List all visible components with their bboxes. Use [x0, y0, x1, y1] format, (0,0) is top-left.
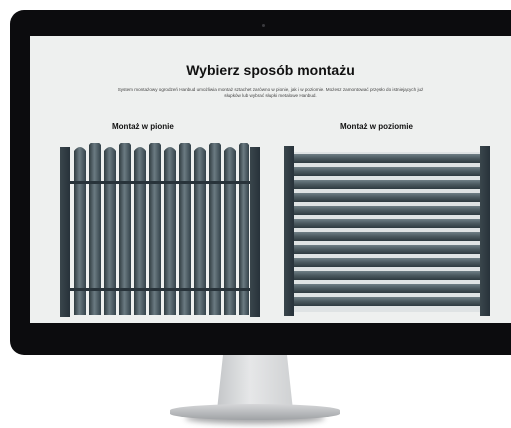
- option-vertical-label[interactable]: Montaż w pionie: [112, 122, 174, 131]
- vertical-fence-image[interactable]: [58, 143, 262, 319]
- screen: Wybierz sposób montażu System montażowy …: [30, 36, 511, 323]
- page-description: System montażowy ogrodzeń Hanbud umożliw…: [117, 87, 424, 98]
- horizontal-fence-image[interactable]: [282, 146, 492, 316]
- monitor-base: [170, 404, 340, 420]
- option-horizontal-label[interactable]: Montaż w poziomie: [340, 122, 413, 131]
- monitor-stand: [217, 355, 293, 410]
- page-title: Wybierz sposób montażu: [186, 62, 355, 78]
- monitor: Wybierz sposób montażu System montażowy …: [10, 10, 511, 355]
- camera-dot: [262, 24, 265, 27]
